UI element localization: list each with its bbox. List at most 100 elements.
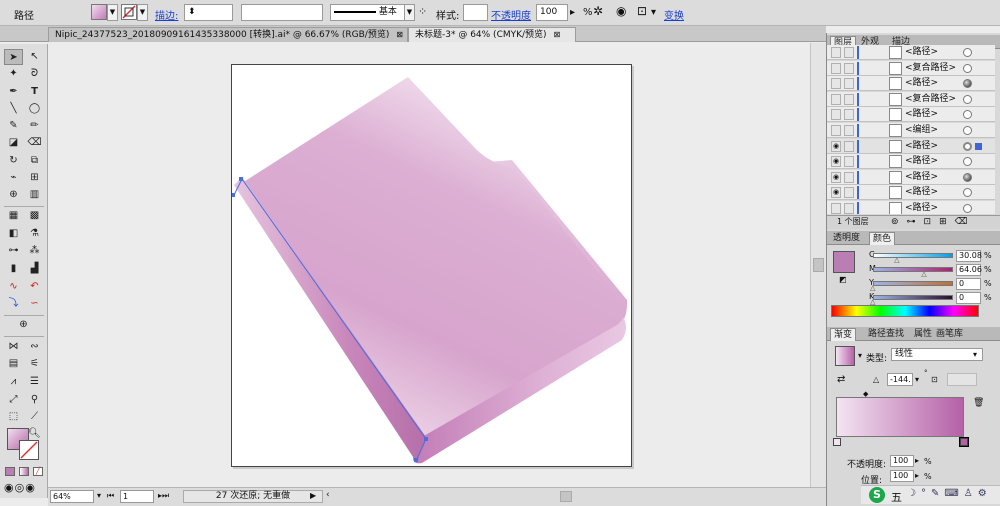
slider-handle-icon[interactable]: △ xyxy=(870,284,875,292)
lock-toggle[interactable] xyxy=(844,125,854,136)
status-menu-arrow-icon[interactable]: ▶ xyxy=(310,491,316,500)
stop-location-input[interactable]: 100 xyxy=(890,470,914,482)
delete-stop-icon[interactable]: 🗑︎ xyxy=(973,398,984,408)
width-tool-icon[interactable]: ∿ xyxy=(4,279,23,295)
lock-toggle[interactable] xyxy=(844,78,854,90)
tab-document-2[interactable]: 未标题-3* @ 64% (CMYK/预览) ⊠ xyxy=(408,27,576,42)
visibility-toggle[interactable] xyxy=(831,93,841,105)
ime-logo-icon[interactable]: S xyxy=(869,487,885,503)
tab-document-1[interactable]: Nipic_24377523_20180909161435338000 [转换]… xyxy=(48,27,408,42)
color-mode-icon[interactable] xyxy=(5,467,15,476)
target-icon[interactable] xyxy=(963,157,972,167)
tab-brush-library[interactable]: 画笔库 xyxy=(933,328,966,341)
recolor-icon[interactable]: ✲ xyxy=(593,4,603,18)
gradient-ramp[interactable] xyxy=(836,397,964,437)
tab-transparency[interactable]: 透明度 xyxy=(830,232,863,245)
tab-pathfinder[interactable]: 路径查找 xyxy=(865,328,907,341)
slice-tool-icon[interactable]: ⟋ xyxy=(25,409,44,425)
target-icon[interactable] xyxy=(963,48,972,57)
target-icon[interactable] xyxy=(963,63,972,73)
scroll-left-icon[interactable]: ‹ xyxy=(326,490,330,500)
stop-opacity-input[interactable]: 100 xyxy=(890,455,914,467)
gradient-aspect-input[interactable] xyxy=(947,373,977,386)
reflect-tool-icon[interactable]: ⋈ xyxy=(4,339,23,355)
eraser-tool-icon[interactable]: ⌫ xyxy=(25,135,44,151)
line-tool-icon[interactable]: ╲ xyxy=(4,101,23,117)
eye-icon[interactable]: ◉ xyxy=(831,156,841,168)
ime-tools-icon[interactable]: ☽°✎⌨♙⚙ xyxy=(907,488,992,499)
grid-tool-icon[interactable]: ▤ xyxy=(4,356,23,372)
visibility-toggle[interactable] xyxy=(831,125,841,136)
channel-value-input[interactable]: 0 xyxy=(956,278,981,290)
gradient-mode-icon[interactable] xyxy=(19,467,29,476)
stroke-dropdown-arrow[interactable]: ▼ xyxy=(137,4,148,21)
crosshair-tool-icon[interactable]: ⊕ xyxy=(14,317,33,333)
reorient-icon[interactable]: ⁘ xyxy=(418,5,427,18)
layer-row[interactable]: <路径> xyxy=(827,107,995,123)
target-icon[interactable] xyxy=(963,110,972,120)
channel-value-input[interactable]: 64.06 xyxy=(956,264,982,276)
profile-dropdown-arrow[interactable]: ▼ xyxy=(404,4,415,21)
target-icon[interactable] xyxy=(963,126,972,135)
selection-tool-icon[interactable]: ➤ xyxy=(4,49,23,65)
warp-tool-icon[interactable]: ⌁ xyxy=(4,170,23,186)
lock-toggle[interactable] xyxy=(844,93,854,105)
layer-row[interactable]: ◉ <路径> xyxy=(827,169,995,185)
layer-row[interactable]: <编组> xyxy=(827,123,995,138)
graphic-style-select[interactable] xyxy=(463,4,488,21)
layer-row[interactable]: ◉ <路径> xyxy=(827,138,995,154)
folder-artwork[interactable] xyxy=(231,65,633,468)
opacity-input[interactable]: 100 xyxy=(536,4,568,21)
target-icon[interactable] xyxy=(963,188,972,198)
fill-swatch[interactable] xyxy=(91,4,107,20)
blob-brush-tool-icon[interactable]: ◪ xyxy=(4,135,23,151)
gradient-preview[interactable] xyxy=(835,346,855,366)
align-dropdown-arrow[interactable]: ▾ xyxy=(651,7,656,18)
measure-tool-icon[interactable]: ⚲ xyxy=(25,392,44,408)
zoom-select[interactable]: 64% xyxy=(50,490,94,503)
paintbrush-tool-icon[interactable]: ✎ xyxy=(4,118,23,134)
target-icon[interactable] xyxy=(963,79,972,89)
eyedropper-alt-tool-icon[interactable]: ⤢ xyxy=(4,392,23,408)
direct-selection-tool-icon[interactable]: ↖ xyxy=(25,49,44,65)
layer-row[interactable]: <路径> xyxy=(827,45,995,60)
gradient-angle-input[interactable]: -144. xyxy=(887,373,913,386)
stroke-profile-select[interactable]: 基本 xyxy=(330,4,405,21)
stroke-link[interactable]: 描边: xyxy=(155,7,178,22)
gradient-type-select[interactable]: 线性 xyxy=(891,348,983,361)
visibility-toggle[interactable] xyxy=(831,47,841,58)
scroll-thumb[interactable] xyxy=(813,258,824,272)
target-icon[interactable] xyxy=(963,172,972,182)
lock-toggle[interactable] xyxy=(844,203,854,214)
channel-slider[interactable] xyxy=(873,253,953,258)
close-icon[interactable]: ⊠ xyxy=(396,30,403,39)
selection-indicator[interactable] xyxy=(975,142,982,150)
perspective-grid-tool-icon[interactable]: ▦ xyxy=(4,208,23,224)
channel-value-input[interactable]: 0 xyxy=(956,292,981,304)
zoom-arrow-icon[interactable]: ▾ xyxy=(97,491,101,500)
target-icon[interactable] xyxy=(963,204,972,213)
live-paint-tool-icon[interactable]: ▥ xyxy=(25,187,44,203)
magic-wand-tool-icon[interactable]: ✦ xyxy=(4,66,23,82)
list-tool-icon[interactable]: ☰ xyxy=(25,374,44,390)
lasso-tool-icon[interactable]: ᘐ xyxy=(25,66,44,82)
stop-opacity-arrow-icon[interactable]: ▸ xyxy=(915,456,919,465)
ime-mode[interactable]: 五 xyxy=(891,489,902,505)
gradient-preview-arrow-icon[interactable]: ▾ xyxy=(858,351,862,360)
shape-builder-tool-icon[interactable]: ⊕ xyxy=(4,187,23,203)
layer-row[interactable]: <复合路径> xyxy=(827,91,995,107)
tab-gradient[interactable]: 渐变 xyxy=(830,328,857,341)
wave-tool-icon[interactable]: ∾ xyxy=(25,339,44,355)
gradient-tool-icon[interactable]: ◧ xyxy=(4,226,23,242)
pen-tool-icon[interactable]: ✒ xyxy=(4,84,23,100)
lock-toggle[interactable] xyxy=(844,62,854,74)
visibility-toggle[interactable] xyxy=(831,78,841,90)
midpoint-icon[interactable]: ◆ xyxy=(863,390,868,398)
stroke-swatch[interactable] xyxy=(121,4,137,20)
visibility-toggle[interactable] xyxy=(831,109,841,121)
slider-handle-icon[interactable]: △ xyxy=(894,256,899,264)
tab-attributes[interactable]: 属性 xyxy=(911,328,935,341)
visibility-toggle[interactable] xyxy=(831,62,841,74)
gradient-type-arrow-icon[interactable]: ▾ xyxy=(973,350,977,359)
join-tool-icon[interactable]: ⤵ xyxy=(4,296,23,312)
